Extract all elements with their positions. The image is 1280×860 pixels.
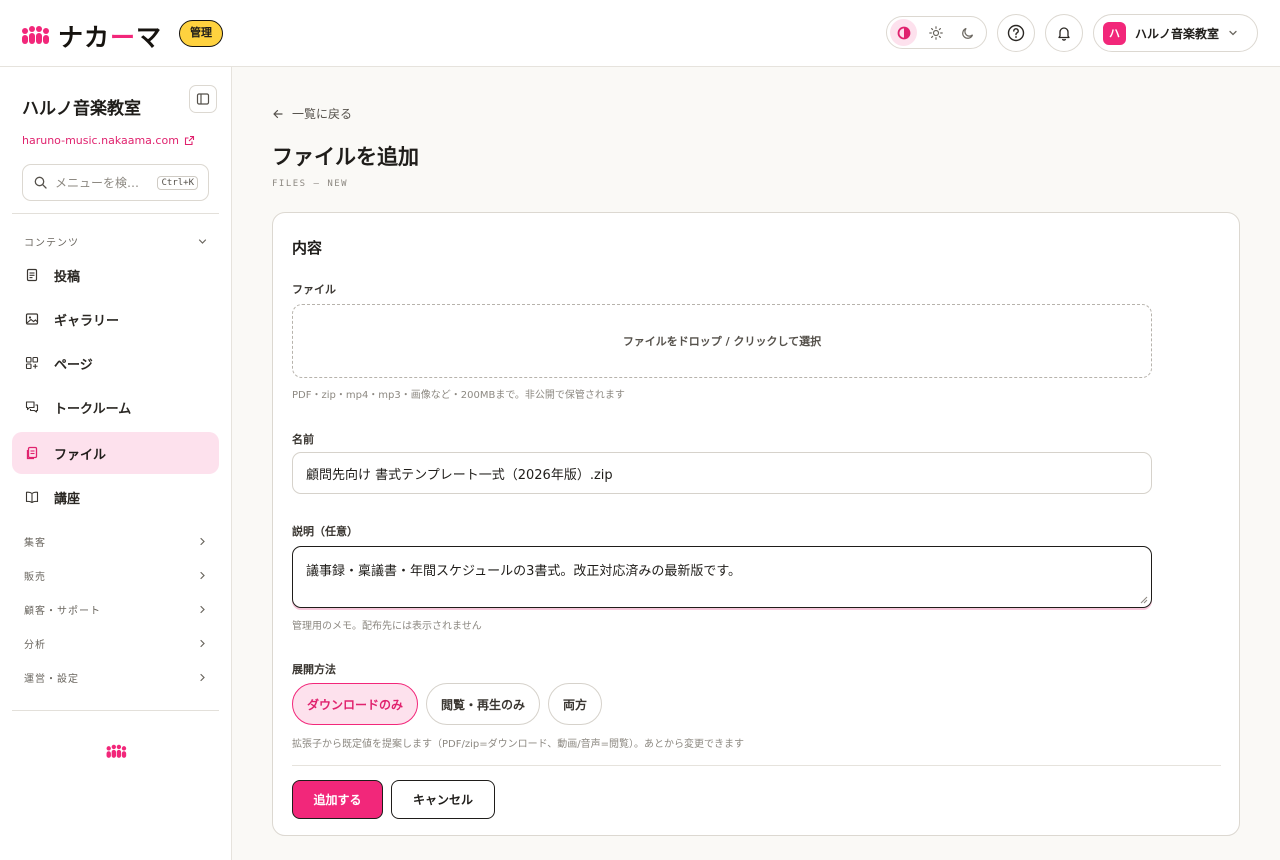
delivery-options: ダウンロードのみ 閲覧・再生のみ 両方 (292, 683, 603, 725)
account-menu-button[interactable]: ハ ハルノ音楽教室 (1093, 14, 1258, 52)
page-title: ファイルを追加 (272, 145, 419, 169)
section-label: 分析 (24, 640, 46, 651)
menu-search-input[interactable]: メニューを検… Ctrl+K (22, 164, 209, 201)
search-icon (34, 176, 47, 189)
sidebar-item-label: ファイル (54, 447, 107, 463)
file-hint: PDF・zip・mp4・mp3・画像など・200MBまで。非公開で保管されます (292, 390, 625, 401)
contrast-icon (897, 26, 910, 39)
description-label: 説明（任意） (292, 525, 358, 538)
chevron-right-icon (200, 571, 205, 580)
page-subtitle: FILES — NEW (272, 179, 349, 189)
sidebar-item-files[interactable]: ファイル (12, 432, 219, 474)
file-icon (24, 445, 40, 461)
theme-light-button[interactable] (922, 19, 949, 46)
sidebar-item-label: トークルーム (54, 401, 132, 417)
pages-icon (24, 355, 40, 371)
section-label: 顧客・サポート (24, 606, 101, 617)
section-label: コンテンツ (24, 238, 79, 249)
theme-dark-button[interactable] (954, 19, 981, 46)
chat-icon (24, 399, 40, 415)
sidebar-item-posts[interactable]: 投稿 (12, 254, 219, 296)
chevron-right-icon (200, 639, 205, 648)
back-link-label: 一覧に戻る (292, 107, 353, 121)
moon-icon (961, 27, 973, 39)
theme-auto-button[interactable] (890, 19, 917, 46)
shortcut-hint: Ctrl+K (157, 175, 198, 190)
sidebar-item-courses[interactable]: 講座 (12, 476, 219, 518)
external-link-icon (184, 135, 194, 146)
org-url-text: haruno-music.nakaama.com (22, 134, 179, 147)
name-input[interactable]: 顧問先向け 書式テンプレート一式（2026年版）.zip (292, 452, 1152, 494)
section-customers-toggle[interactable]: 顧客・サポート (24, 602, 208, 617)
sidebar-item-label: ページ (54, 357, 93, 373)
file-label: ファイル (292, 283, 336, 296)
theme-switcher (886, 16, 987, 49)
section-label: 運営・設定 (24, 674, 79, 685)
book-icon (24, 489, 40, 505)
resize-handle-icon[interactable] (1140, 596, 1148, 604)
section-sales-toggle[interactable]: 販売 (24, 568, 208, 583)
description-textarea[interactable]: 議事録・稟議書・年間スケジュールの3書式。改正対応済みの最新版です。 (292, 546, 1152, 608)
admin-badge: 管理 (179, 20, 223, 47)
people-logo-icon (22, 26, 49, 44)
card-divider (292, 765, 1221, 766)
sidebar-item-label: 講座 (54, 491, 81, 507)
section-settings-toggle[interactable]: 運営・設定 (24, 670, 208, 685)
delivery-option-view[interactable]: 閲覧・再生のみ (426, 683, 541, 725)
description-hint: 管理用のメモ。配布先には表示されません (292, 621, 482, 632)
sidebar-divider (12, 710, 219, 711)
top-bar: ナカーマ 管理 ハ ハルノ音楽教室 (0, 0, 1280, 67)
notifications-button[interactable] (1045, 14, 1083, 52)
brand-name: ナカーマ (58, 23, 163, 52)
image-icon (24, 311, 40, 327)
sidebar-divider (12, 213, 219, 214)
sun-icon (928, 25, 943, 40)
delivery-option-download[interactable]: ダウンロードのみ (292, 683, 419, 725)
org-url-link[interactable]: haruno-music.nakaama.com (22, 134, 195, 147)
chevron-down-icon (198, 239, 207, 244)
arrow-left-icon (273, 109, 283, 118)
sidebar-item-label: ギャラリー (54, 313, 120, 329)
people-logo-icon (106, 744, 127, 758)
delivery-hint: 拡張子から既定値を提案します（PDF/zip=ダウンロード、動画/音声=閲覧）。… (292, 739, 744, 750)
section-label: 集客 (24, 538, 46, 549)
section-marketing-toggle[interactable]: 集客 (24, 534, 208, 549)
brand-logo[interactable]: ナカーマ (20, 18, 162, 54)
sidebar-item-label: 投稿 (54, 269, 81, 285)
question-icon (1007, 24, 1025, 42)
back-to-list-link[interactable]: 一覧に戻る (272, 105, 352, 122)
sidebar: ハルノ音楽教室 haruno-music.nakaama.com メニューを検…… (0, 67, 232, 860)
section-analytics-toggle[interactable]: 分析 (24, 636, 208, 651)
section-content-toggle[interactable]: コンテンツ (24, 234, 208, 249)
card-title: 内容 (292, 239, 323, 257)
content-card: 内容 ファイル ファイルをドロップ / クリックして選択 PDF・zip・mp4… (272, 212, 1240, 836)
sidebar-item-pages[interactable]: ページ (12, 342, 219, 384)
bell-icon (1058, 27, 1070, 41)
file-dropzone[interactable]: ファイルをドロップ / クリックして選択 (292, 304, 1152, 378)
delivery-option-both[interactable]: 両方 (548, 683, 603, 725)
avatar: ハ (1103, 21, 1126, 45)
section-label: 販売 (24, 572, 46, 583)
search-placeholder: メニューを検… (55, 176, 140, 190)
dropzone-text: ファイルをドロップ / クリックして選択 (622, 335, 822, 348)
org-name: ハルノ音楽教室 (22, 99, 141, 119)
chevron-right-icon (200, 605, 205, 614)
chevron-right-icon (200, 537, 205, 546)
document-icon (24, 267, 40, 283)
delivery-label: 展開方法 (292, 663, 336, 676)
sidebar-item-gallery[interactable]: ギャラリー (12, 298, 219, 340)
account-name: ハルノ音楽教室 (1135, 26, 1220, 41)
sidebar-toggle-icon (196, 93, 210, 105)
name-input-value: 顧問先向け 書式テンプレート一式（2026年版）.zip (306, 467, 613, 483)
name-label: 名前 (292, 433, 314, 446)
help-button[interactable] (997, 14, 1035, 52)
chevron-right-icon (200, 673, 205, 682)
cancel-button[interactable]: キャンセル (391, 780, 495, 819)
submit-button[interactable]: 追加する (292, 780, 383, 819)
sidebar-collapse-button[interactable] (189, 85, 217, 113)
sidebar-item-talkroom[interactable]: トークルーム (12, 386, 219, 428)
chevron-down-icon (1229, 30, 1237, 36)
description-value: 議事録・稟議書・年間スケジュールの3書式。改正対応済みの最新版です。 (306, 564, 742, 579)
